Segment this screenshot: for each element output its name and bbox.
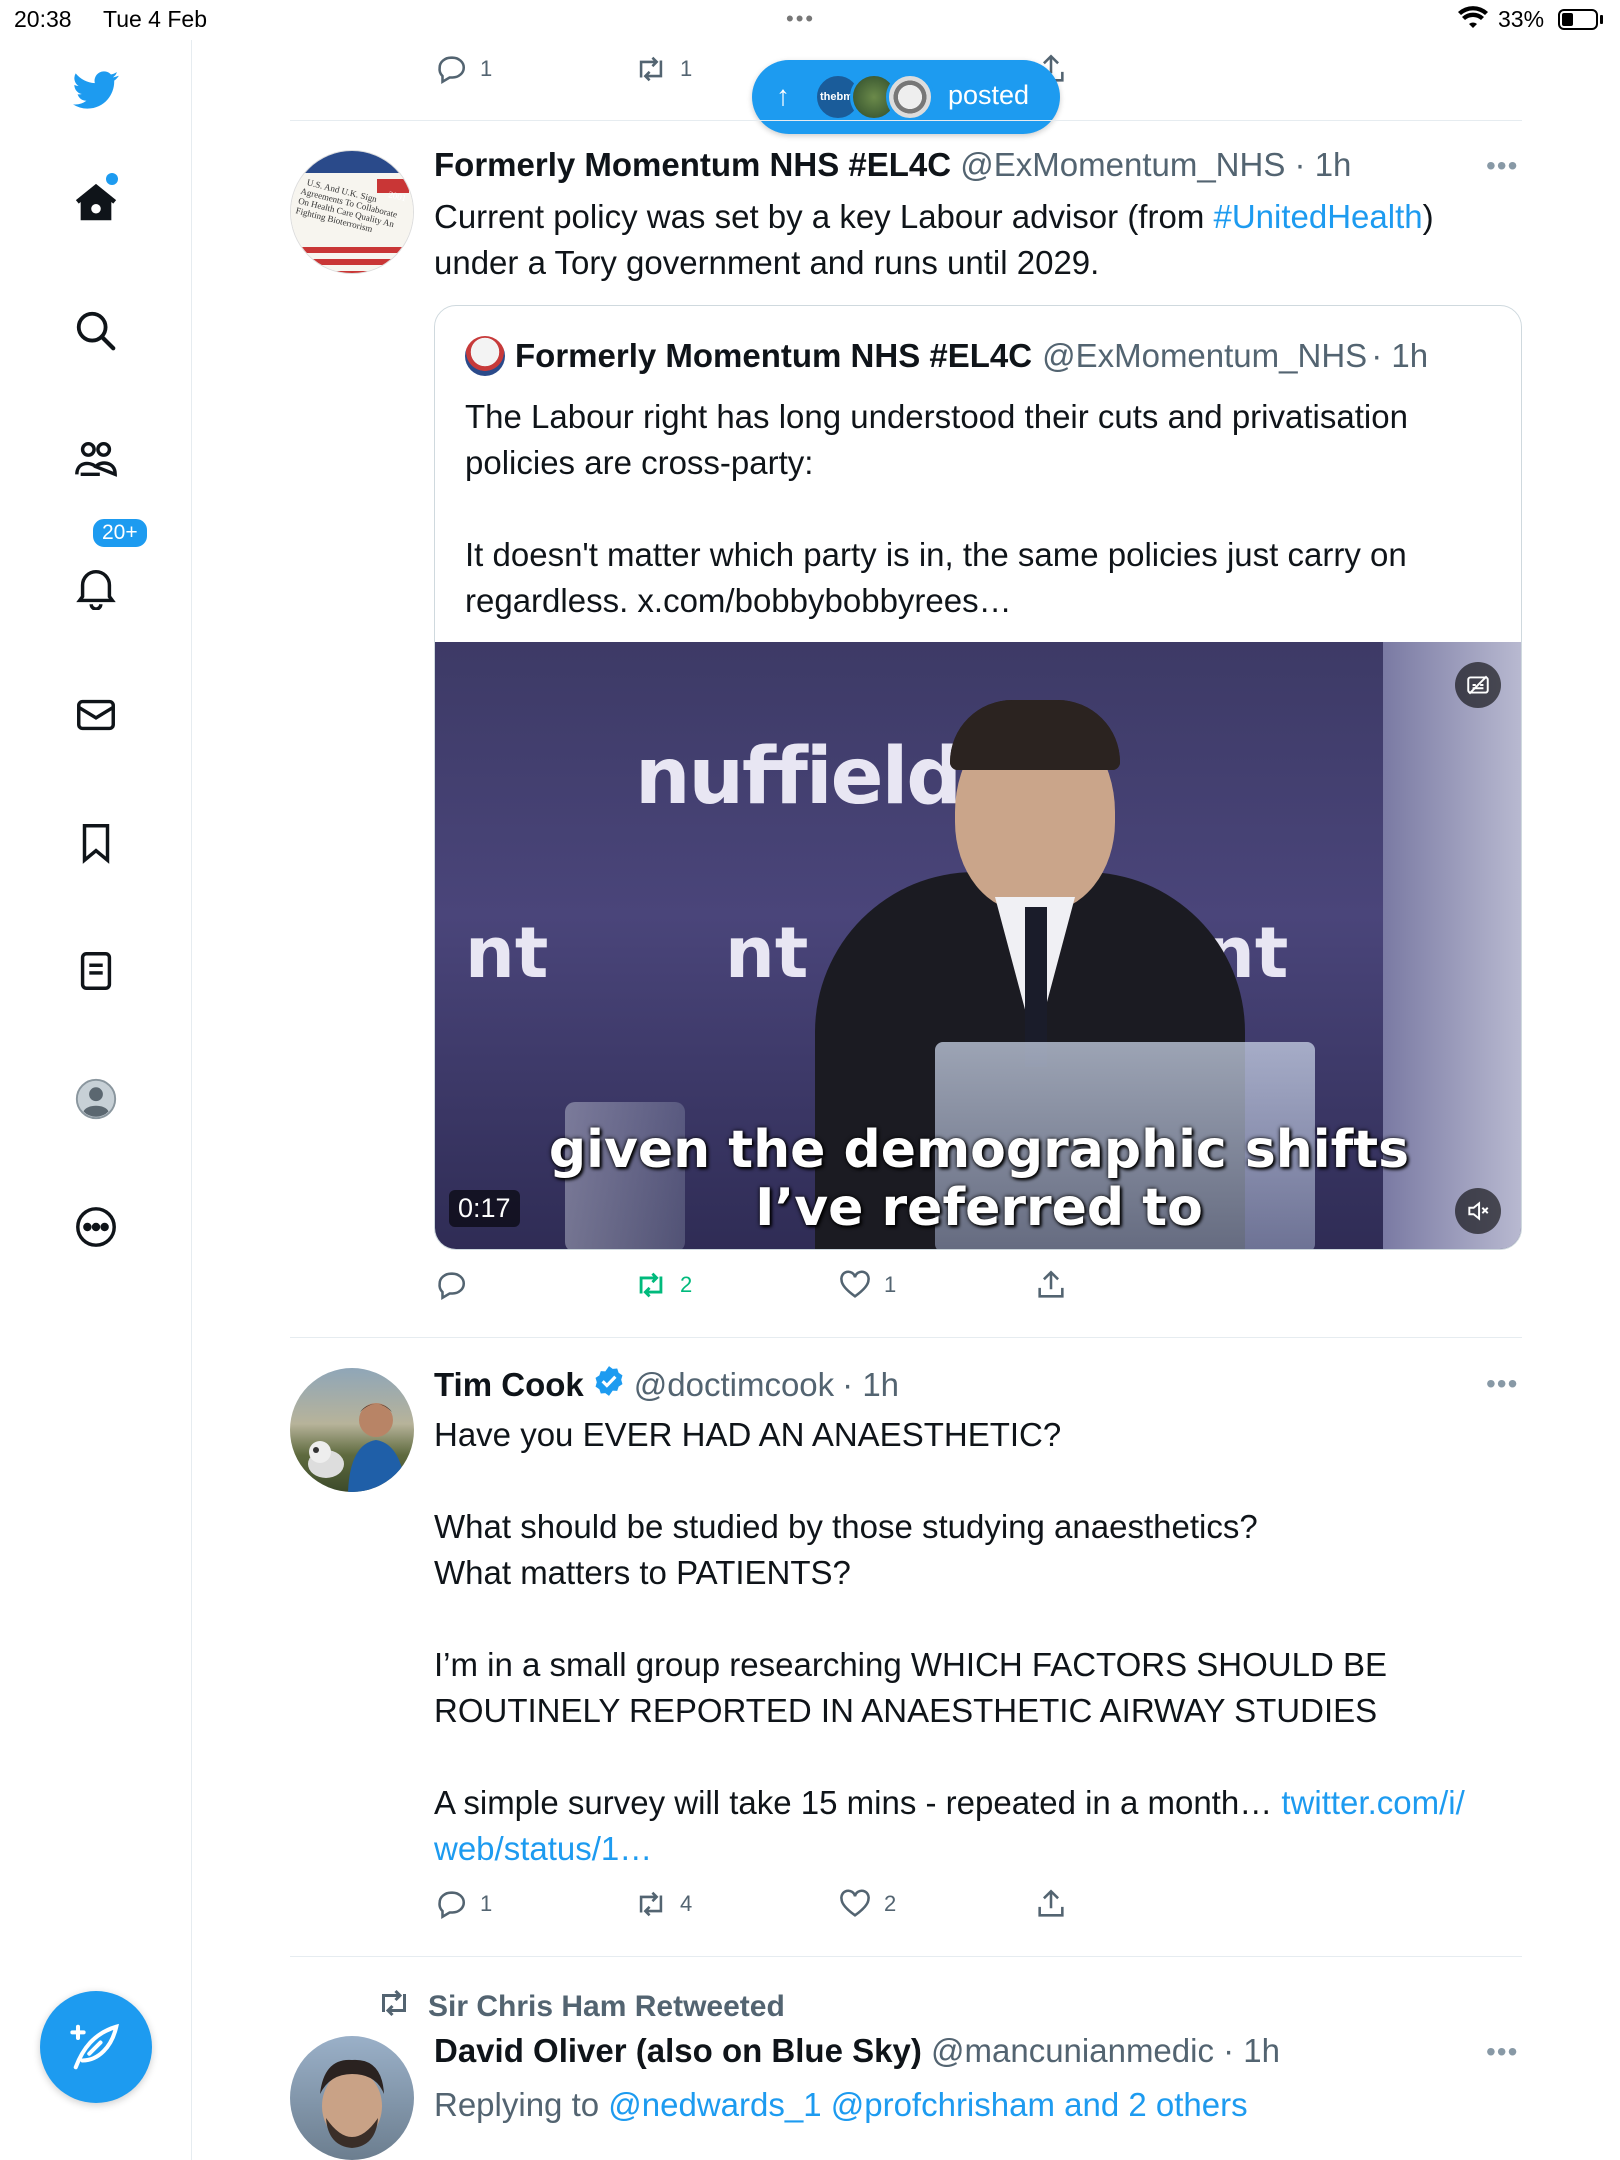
like-count: 1 (884, 1272, 897, 1297)
tweet-time[interactable]: · 1h (1223, 2032, 1280, 2069)
retweet-button[interactable]: 1 (634, 52, 692, 86)
poster-avatar (886, 73, 934, 121)
tweet-text: Have you EVER HAD AN ANAESTHETIC? What s… (434, 1416, 1465, 1867)
tweet-author-avatar[interactable] (290, 2036, 414, 2160)
author-handle[interactable]: @doctimcook (634, 1366, 834, 1404)
hashtag-link[interactable]: #UnitedHealth (1213, 198, 1422, 235)
notifications-icon[interactable] (66, 557, 126, 617)
author-name[interactable]: David Oliver (also on Blue Sky) (434, 2032, 922, 2069)
profile-avatar-icon[interactable] (66, 1069, 126, 1129)
share-button[interactable] (1034, 1268, 1068, 1302)
retweet-count: 2 (680, 1272, 693, 1297)
reply-button[interactable]: 1 (434, 52, 492, 86)
retweet-count: 4 (680, 1891, 693, 1916)
quoted-tweet-text: The Labour right has long understood the… (465, 398, 1408, 619)
more-icon[interactable] (66, 1197, 126, 1257)
verified-badge-icon (592, 1364, 626, 1406)
tweet-more-icon[interactable]: ••• (1486, 2036, 1518, 2068)
divider (290, 1337, 1522, 1338)
tweet-more-icon[interactable]: ••• (1486, 150, 1518, 182)
quoted-author-handle: @ExMomentum_NHS (1042, 337, 1368, 374)
tweet-link[interactable]: twitter.com/i/ (1281, 1784, 1464, 1821)
replying-to-line: Replying to @nedwards_1 @profchrisham an… (434, 2086, 1248, 2123)
battery-icon (1558, 9, 1598, 30)
quoted-author-name: Formerly Momentum NHS #EL4C (515, 337, 1033, 374)
status-time: 20:38 (14, 6, 72, 32)
messages-icon[interactable] (66, 685, 126, 745)
wifi-icon (1458, 6, 1488, 36)
tweet-time[interactable]: · 1h (842, 1366, 899, 1404)
tweet-header: Tim Cook @doctimcook · 1h (434, 1364, 899, 1406)
author-handle[interactable]: @mancunianmedic (931, 2032, 1214, 2069)
tweet-time[interactable]: · 1h (1295, 146, 1352, 183)
status-bar: 20:38 Tue 4 Feb ••• 33% (0, 0, 1620, 40)
divider (290, 120, 1522, 121)
tweet-author-avatar[interactable]: 2001 U.S. And U.K. Sign Agreements To Co… (290, 150, 414, 274)
video-duration: 0:17 (449, 1190, 520, 1227)
like-button[interactable]: 1 (838, 1268, 896, 1302)
like-count: 2 (884, 1891, 897, 1916)
tweet-link[interactable]: web/status/1… (434, 1830, 652, 1867)
quoted-author-avatar (465, 336, 505, 376)
notifications-badge: 20+ (90, 516, 150, 550)
multitasking-dots-icon[interactable]: ••• (786, 6, 815, 32)
quoted-tweet-time: · 1h (1371, 337, 1429, 374)
new-posts-label: posted (948, 80, 1030, 110)
retweet-button[interactable]: 4 (634, 1887, 692, 1921)
quoted-tweet-header: Formerly Momentum NHS #EL4C @ExMomentum_… (465, 336, 1428, 376)
tweet-actions: 1 4 2 (434, 1887, 1134, 1927)
backdrop-logo: nt (465, 912, 549, 994)
share-button[interactable] (1034, 1887, 1068, 1921)
tweet-actions: 2 1 (434, 1268, 1134, 1308)
retweet-button[interactable]: 2 (634, 1268, 692, 1302)
author-name[interactable]: Formerly Momentum NHS #EL4C (434, 146, 951, 183)
reply-count: 1 (480, 1891, 493, 1916)
status-date: Tue 4 Feb (103, 6, 207, 32)
retweeted-by-label: Sir Chris Ham Retweeted (428, 1990, 785, 2023)
video-player[interactable]: nuffield nt nt nt given the demographic … (435, 642, 1521, 1249)
tweet-author-avatar[interactable] (290, 1368, 414, 1492)
home-unread-dot (106, 173, 118, 185)
backdrop-word: nuffield (635, 732, 962, 822)
new-posts-pill[interactable]: ↑ thebmj posted (752, 60, 1060, 134)
reply-button[interactable]: 1 (434, 1887, 492, 1921)
tweet-header: Formerly Momentum NHS #EL4C @ExMomentum_… (434, 146, 1351, 184)
replying-to-links[interactable]: @nedwards_1 @profchrisham and 2 others (608, 2086, 1247, 2123)
arrow-up-icon: ↑ (776, 80, 790, 111)
tweet-header: David Oliver (also on Blue Sky) @mancuni… (434, 2032, 1280, 2070)
mute-icon[interactable] (1455, 1188, 1501, 1234)
retweet-count: 1 (680, 56, 693, 81)
caption-toggle-icon[interactable] (1455, 662, 1501, 708)
backdrop-logo: nt (725, 912, 809, 994)
reply-button[interactable] (434, 1268, 480, 1302)
retweet-indicator-icon (376, 1985, 412, 2029)
tweet-more-icon[interactable]: ••• (1486, 1368, 1518, 1400)
search-icon[interactable] (66, 301, 126, 361)
divider (290, 1956, 1522, 1957)
tweet-text: Current policy was set by a key Labour a… (434, 198, 1434, 281)
twitter-logo-icon[interactable] (66, 60, 126, 120)
lists-icon[interactable] (66, 941, 126, 1001)
bookmarks-icon[interactable] (66, 813, 126, 873)
quoted-tweet[interactable]: Formerly Momentum NHS #EL4C @ExMomentum_… (434, 305, 1522, 1250)
reply-count: 1 (480, 56, 493, 81)
author-name[interactable]: Tim Cook (434, 1366, 584, 1404)
video-caption-line1: given the demographic shifts (548, 1120, 1410, 1180)
author-handle[interactable]: @ExMomentum_NHS (960, 146, 1285, 183)
compose-tweet-button[interactable] (40, 1991, 152, 2103)
communities-icon[interactable] (66, 429, 126, 489)
battery-percentage: 33% (1498, 6, 1545, 32)
like-button[interactable]: 2 (838, 1887, 896, 1921)
retweeted-by-line[interactable]: Sir Chris Ham Retweeted (376, 1985, 785, 2029)
video-caption-line2: I’ve referred to (755, 1178, 1203, 1238)
